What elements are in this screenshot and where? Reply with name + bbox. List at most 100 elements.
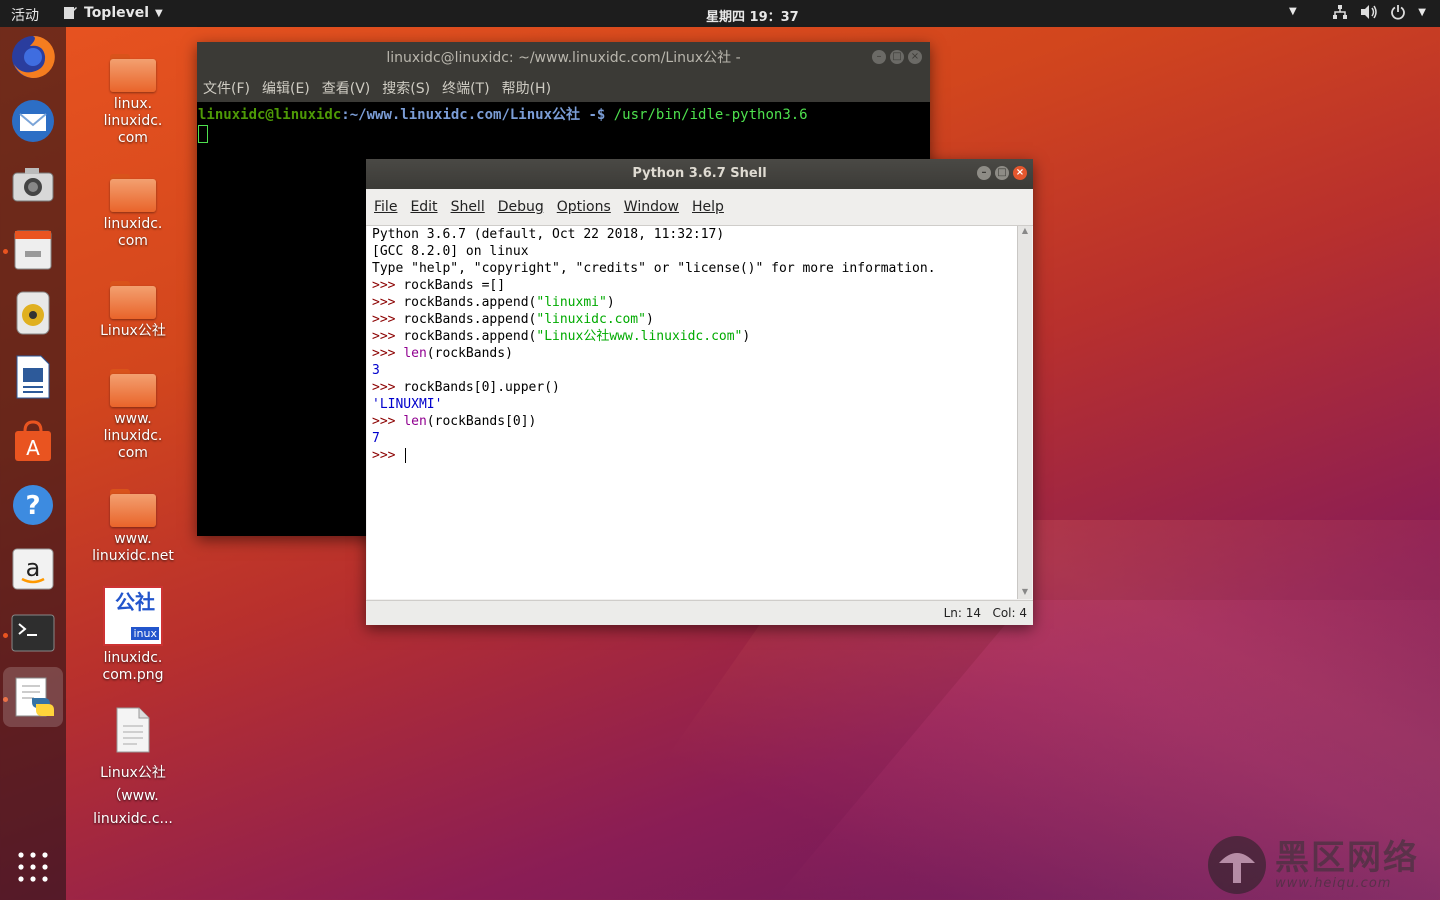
close-button[interactable]: × bbox=[908, 50, 922, 64]
rhythmbox-launcher[interactable] bbox=[9, 289, 57, 337]
folder-icon bbox=[110, 174, 156, 212]
minimize-button[interactable]: – bbox=[977, 166, 991, 180]
minimize-button[interactable]: – bbox=[872, 50, 886, 64]
show-apps-button[interactable] bbox=[17, 851, 49, 883]
shell-line: >>> rockBands.append("linuxmi") bbox=[372, 294, 1012, 311]
shell-token: 3 bbox=[372, 363, 380, 378]
top-bar: 活动 Toplevel ▼ 星期四 19：37 ▼ ▼ bbox=[0, 0, 1440, 27]
shell-token: >>> bbox=[372, 414, 404, 429]
menu-edit[interactable]: 编辑(E) bbox=[262, 78, 310, 98]
mushroom-logo-icon bbox=[1208, 836, 1266, 894]
text-cursor bbox=[405, 448, 407, 463]
file-cabinet-icon bbox=[14, 230, 52, 270]
shell-text-area[interactable]: Python 3.6.7 (default, Oct 22 2018, 11:3… bbox=[367, 226, 1017, 599]
writer-launcher[interactable] bbox=[9, 353, 57, 401]
maximize-button[interactable]: □ bbox=[890, 50, 904, 64]
menu-window[interactable]: Window bbox=[624, 199, 679, 215]
shell-token: 7 bbox=[372, 431, 380, 446]
shell-line: >>> bbox=[372, 447, 1012, 464]
status-bar: Ln: 14 Col: 4 bbox=[366, 600, 1033, 625]
folder-icon bbox=[110, 281, 156, 319]
software-launcher[interactable]: A bbox=[9, 417, 57, 465]
menu-help[interactable]: 帮助(H) bbox=[502, 78, 551, 98]
shell-token: rockBands[0].upper() bbox=[403, 380, 560, 395]
terminal-cursor bbox=[198, 125, 208, 143]
shell-token: >>> bbox=[372, 295, 404, 310]
amazon-icon: a bbox=[12, 548, 54, 590]
idle-shell-window[interactable]: Python 3.6.7 Shell – □ × File Edit Shell… bbox=[366, 159, 1033, 625]
desktop-folder[interactable]: www. linuxidc. com bbox=[85, 369, 181, 462]
thunderbird-launcher[interactable] bbox=[9, 97, 57, 145]
shell-token: Type "help", "copyright", "credits" or "… bbox=[372, 261, 936, 276]
menu-debug[interactable]: Debug bbox=[498, 199, 544, 215]
shell-token: 'LINUXMI' bbox=[372, 397, 443, 412]
menu-terminal[interactable]: 终端(T) bbox=[442, 78, 489, 98]
amazon-launcher[interactable]: a bbox=[9, 545, 57, 593]
shell-line: Type "help", "copyright", "credits" or "… bbox=[372, 260, 1012, 277]
python-idle-icon bbox=[15, 677, 54, 717]
svg-text:A: A bbox=[26, 436, 40, 460]
firefox-launcher[interactable] bbox=[9, 33, 57, 81]
running-indicator bbox=[3, 249, 8, 254]
idle-titlebar[interactable]: Python 3.6.7 Shell – □ × bbox=[366, 159, 1033, 189]
chevron-down-icon: ▼ bbox=[155, 7, 163, 19]
desktop-image-file[interactable]: 公社 inux linuxidc. com.png bbox=[85, 586, 181, 684]
desktop-icon-label: www. linuxidc.net bbox=[92, 531, 174, 564]
network-icon bbox=[1333, 5, 1348, 19]
terminal-output[interactable]: linuxidc@linuxidc:~/www.linuxidc.com/Lin… bbox=[197, 102, 930, 145]
menu-options[interactable]: Options bbox=[557, 199, 611, 215]
svg-text:a: a bbox=[26, 554, 41, 582]
volume-icon bbox=[1361, 5, 1378, 19]
desktop-icon-label: Linux公社 bbox=[100, 323, 166, 339]
shell-line: >>> rockBands.append("Linux公社www.linuxid… bbox=[372, 328, 1012, 345]
files-launcher[interactable] bbox=[9, 225, 57, 273]
text-file-icon bbox=[116, 707, 150, 753]
idle-launcher[interactable] bbox=[3, 667, 63, 727]
terminal-titlebar[interactable]: linuxidc@linuxidc: ~/www.linuxidc.com/Li… bbox=[197, 42, 930, 74]
shell-line: >>> rockBands.append("linuxidc.com") bbox=[372, 311, 1012, 328]
app-menu[interactable]: Toplevel ▼ bbox=[62, 5, 163, 21]
camera-launcher[interactable] bbox=[9, 161, 57, 209]
dock: A ? a bbox=[0, 27, 66, 900]
desktop-folder[interactable]: linux. linuxidc. com bbox=[85, 54, 181, 147]
thumbnail-logo-sub: inux bbox=[131, 627, 159, 640]
menu-file[interactable]: File bbox=[374, 199, 397, 215]
shopping-bag-icon: A bbox=[15, 420, 51, 461]
folder-icon bbox=[110, 54, 156, 92]
shell-token: ) bbox=[742, 329, 751, 344]
vertical-scrollbar[interactable]: ▲ ▼ bbox=[1017, 226, 1032, 599]
shell-token: "Linux公社www.linuxidc.com" bbox=[536, 329, 743, 344]
terminal-launcher[interactable] bbox=[9, 609, 57, 657]
system-tray[interactable]: ▼ bbox=[1332, 4, 1426, 20]
chevron-down-icon[interactable]: ▼ bbox=[1289, 6, 1297, 17]
running-indicator bbox=[3, 633, 8, 638]
desktop-text-file[interactable]: Linux公社 （www. linuxidc.c... bbox=[85, 706, 181, 831]
desktop-folder[interactable]: linuxidc. com bbox=[85, 174, 181, 250]
desktop-icon-label: linuxidc. com.png bbox=[102, 650, 164, 683]
menu-help[interactable]: Help bbox=[692, 199, 724, 215]
menu-shell[interactable]: Shell bbox=[451, 199, 485, 215]
svg-text:?: ? bbox=[25, 491, 40, 521]
menu-search[interactable]: 搜索(S) bbox=[382, 78, 430, 98]
idle-menubar: File Edit Shell Debug Options Window Hel… bbox=[366, 189, 1033, 226]
menu-file[interactable]: 文件(F) bbox=[203, 78, 250, 98]
menu-edit[interactable]: Edit bbox=[410, 199, 437, 215]
shell-line: 7 bbox=[372, 430, 1012, 447]
watermark-subtext: www.heiqu.com bbox=[1275, 875, 1392, 891]
desktop-icon-label: linux. linuxidc. com bbox=[103, 96, 163, 146]
shell-line: >>> rockBands =[] bbox=[372, 277, 1012, 294]
app-name: Toplevel bbox=[84, 5, 150, 21]
activities-button[interactable]: 活动 bbox=[11, 5, 39, 25]
desktop-folder[interactable]: www. linuxidc.net bbox=[85, 489, 181, 565]
desktop-folder[interactable]: Linux公社 bbox=[85, 281, 181, 340]
document-writer-icon bbox=[16, 355, 50, 399]
app-icon bbox=[64, 7, 77, 19]
maximize-button[interactable]: □ bbox=[995, 166, 1009, 180]
clock[interactable]: 星期四 19：37 bbox=[706, 6, 799, 25]
scroll-down-arrow[interactable]: ▼ bbox=[1018, 587, 1032, 599]
scroll-up-arrow[interactable]: ▲ bbox=[1018, 226, 1032, 238]
close-button[interactable]: × bbox=[1013, 166, 1027, 180]
chevron-down-icon: ▼ bbox=[1418, 6, 1426, 18]
menu-view[interactable]: 查看(V) bbox=[322, 78, 371, 98]
help-launcher[interactable]: ? bbox=[9, 481, 57, 529]
